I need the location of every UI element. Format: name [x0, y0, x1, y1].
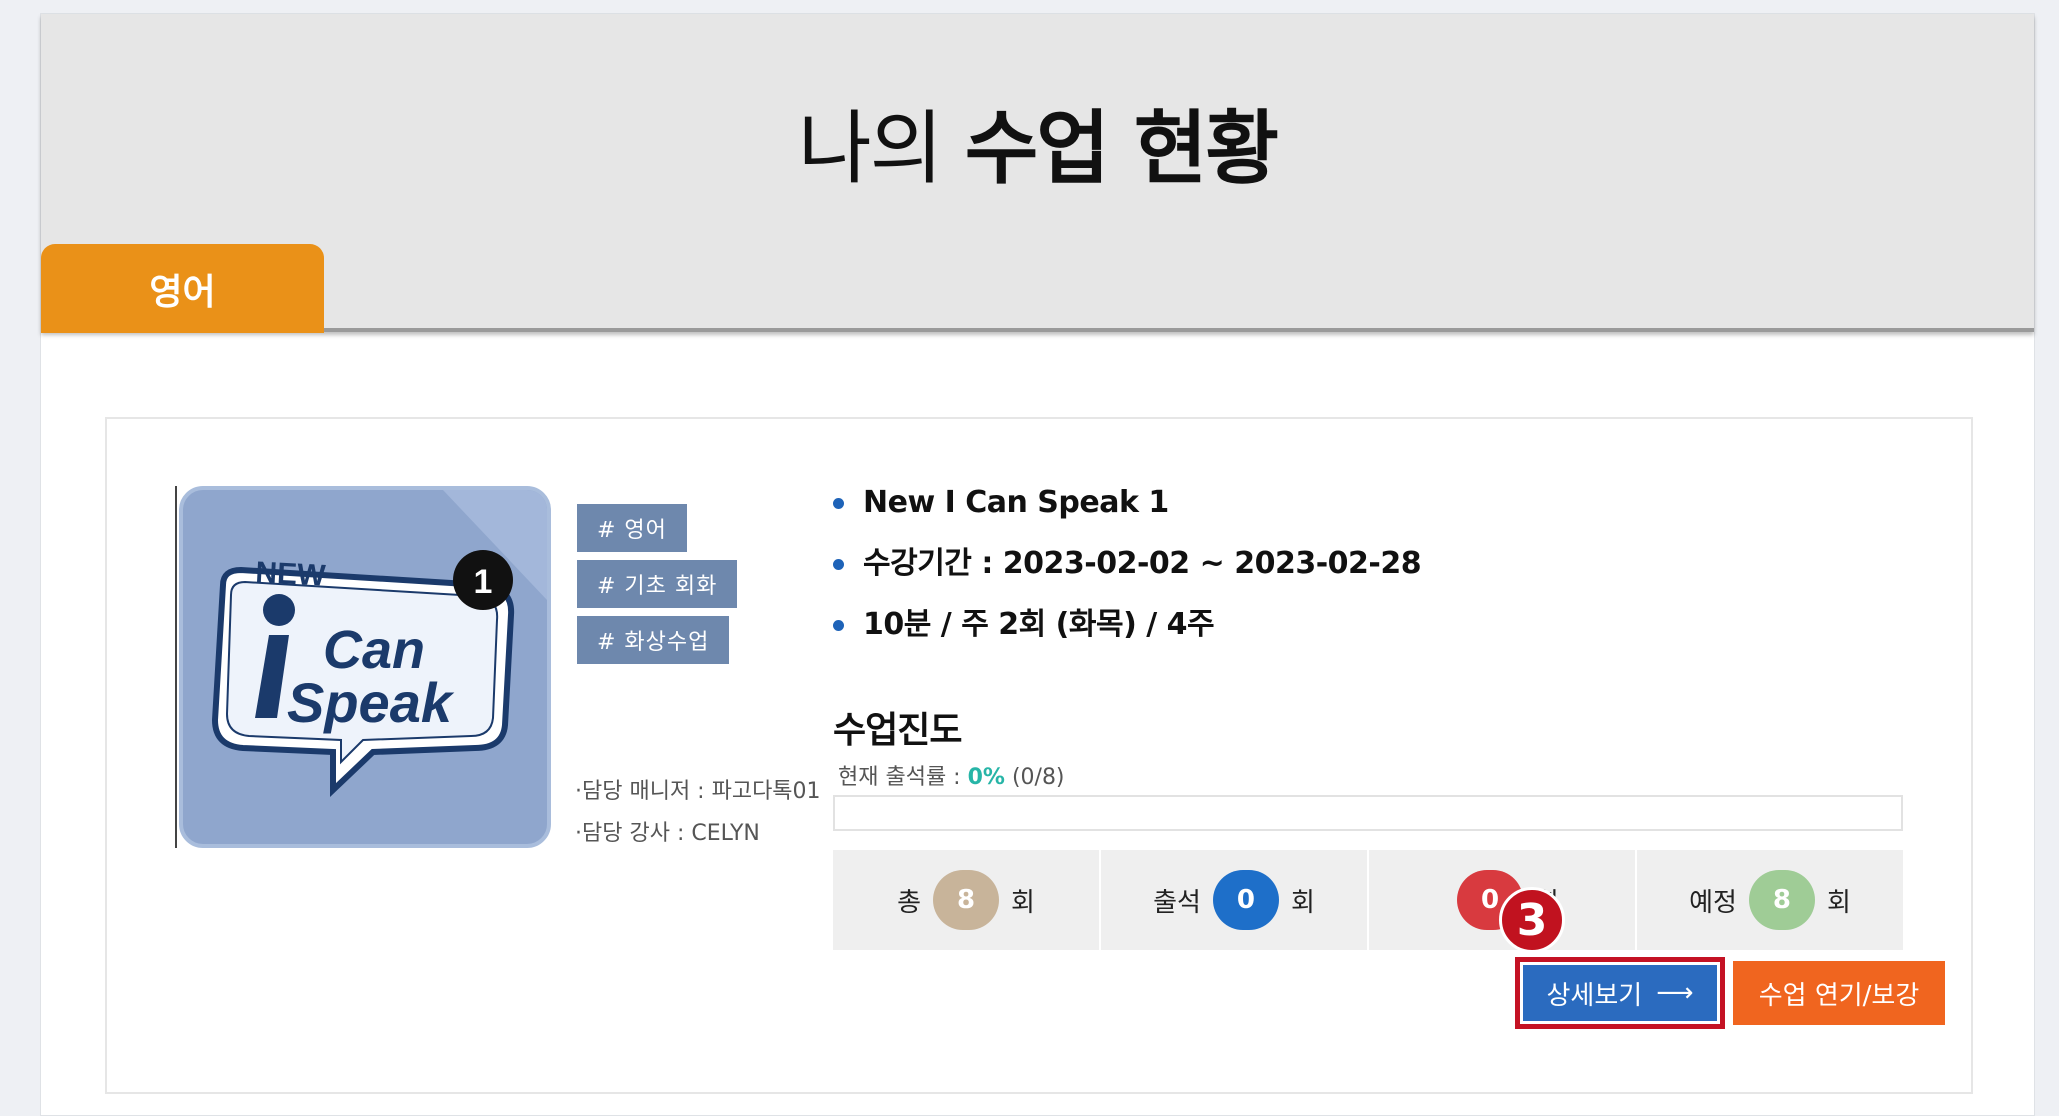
thumbnail-divider — [175, 486, 177, 848]
tag-basic-conversation: # 기초 회화 — [577, 560, 738, 608]
course-period: 수강기간 : 2023-02-02 ~ 2023-02-28 — [833, 540, 1422, 601]
course-schedule: 10분 / 주 2회 (화목) / 4주 — [833, 601, 1421, 662]
page-header: 나의 수업 현황 영어 — [41, 14, 2034, 333]
attendance-rate-label: 현재 출석률 : — [838, 765, 968, 790]
stat-attended: 출석 0 회 — [1101, 850, 1369, 950]
progress-bar — [833, 795, 1903, 831]
page-title-bold: 수업 현황 — [964, 102, 1279, 195]
detail-button[interactable]: 상세보기 ⟶ — [1523, 965, 1717, 1021]
stat-unit: 회 — [1290, 887, 1315, 918]
thumbnail-badge-number: 1 — [474, 563, 493, 601]
course-tags: # 영어 # 기초 회화 # 화상수업 — [577, 504, 738, 672]
stat-scheduled: 예정 8 회 — [1637, 850, 1903, 950]
course-card: NEW Can Speak 1 # 영어 # 기초 회화 # 화상수업 ·담당 … — [105, 417, 1973, 1094]
course-info-list: New I Can Speak 1 수강기간 : 2023-02-02 ~ 20… — [833, 479, 1422, 662]
postpone-makeup-button[interactable]: 수업 연기/보강 — [1733, 961, 1945, 1025]
page-title: 나의 수업 현황 — [41, 84, 2034, 200]
stat-total-value: 8 — [933, 870, 999, 930]
stat-total: 총 8 회 — [833, 850, 1101, 950]
stat-unit: 회 — [1011, 887, 1035, 918]
staff-info: ·담당 매니저 : 파고다톡01 ·담당 강사 : CELYN — [575, 771, 821, 855]
stat-scheduled-value: 8 — [1748, 870, 1815, 930]
tag-video-class: # 화상수업 — [577, 616, 730, 664]
bullet-icon — [833, 559, 844, 570]
logo-new-text: NEW — [255, 556, 327, 593]
step-marker-badge: 3 — [1499, 887, 1565, 953]
logo-speak-text: Speak — [287, 671, 455, 734]
stat-unit: 회 — [1826, 887, 1851, 918]
stat-total-label: 총 — [897, 887, 921, 918]
page-container: 나의 수업 현황 영어 NEW Can Speak 1 # 영어 # 기초 회화 — [40, 13, 2035, 1116]
attendance-rate-count: (0/8) — [1004, 765, 1065, 790]
course-name: New I Can Speak 1 — [833, 479, 1421, 540]
detail-button-label: 상세보기 — [1546, 980, 1643, 1011]
tab-english[interactable]: 영어 — [41, 244, 324, 333]
progress-title: 수업진도 — [833, 710, 962, 751]
manager-label: ·담당 매니저 : 파고다톡01 — [575, 779, 821, 804]
attendance-stats: 총 8 회 출석 0 회 0 회 예정 8 회 — [833, 850, 1903, 950]
bullet-icon — [833, 620, 844, 631]
detail-button-highlight: 상세보기 ⟶ — [1515, 957, 1725, 1029]
course-thumbnail: NEW Can Speak 1 — [179, 486, 551, 848]
stat-attended-value: 0 — [1212, 870, 1279, 930]
stat-scheduled-label: 예정 — [1689, 887, 1737, 918]
bullet-icon — [833, 498, 844, 509]
attendance-rate: 현재 출석률 : 0% (0/8) — [838, 759, 1065, 791]
stat-attended-label: 출석 — [1153, 887, 1201, 918]
arrow-right-icon: ⟶ — [1656, 978, 1694, 1008]
tag-english: # 영어 — [577, 504, 687, 552]
teacher-label: ·담당 강사 : CELYN — [575, 821, 760, 846]
attendance-rate-percent: 0% — [967, 765, 1005, 790]
page-title-light: 나의 — [798, 102, 943, 195]
